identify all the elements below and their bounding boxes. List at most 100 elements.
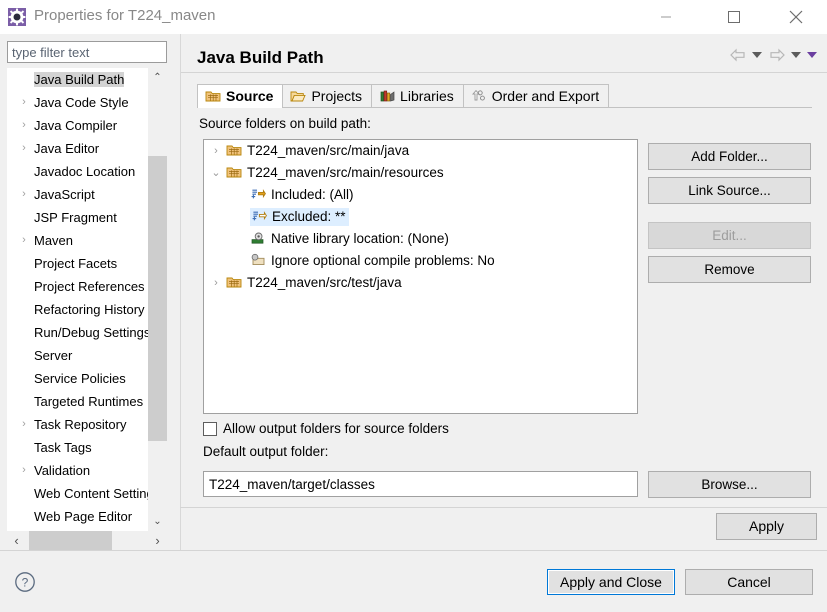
sidebar-item-label: Task Repository <box>34 417 127 432</box>
settings-tree[interactable]: Java Build Path › Java Code Style › Java Com… <box>7 68 167 531</box>
chevron-right-icon[interactable]: › <box>19 459 29 482</box>
source-folder-row[interactable]: › T224_maven/src/main/java <box>204 140 637 162</box>
scroll-left-icon[interactable]: ‹ <box>7 531 26 550</box>
title-divider <box>181 72 827 73</box>
view-menu-chevron-down-icon[interactable] <box>807 51 817 58</box>
close-button[interactable] <box>773 0 819 34</box>
tab-bar: Source Projects Libraries Order and Export <box>197 84 610 111</box>
dialog-footer: ? Apply and Close Cancel https://blog.cs… <box>0 550 827 612</box>
apply-divider <box>180 507 827 508</box>
forward-arrow-icon[interactable] <box>768 48 786 62</box>
scroll-down-icon[interactable]: ⌄ <box>148 512 167 531</box>
source-folder-row[interactable]: ⌄ T224_maven/src/main/resources <box>204 162 637 184</box>
source-folder-entry: Included: (All) <box>250 187 354 202</box>
source-folder-label: Included: (All) <box>271 187 354 202</box>
source-folder-label: Excluded: ** <box>272 209 346 224</box>
back-history-chevron-down-icon[interactable] <box>752 51 763 58</box>
sidebar-item-task-repository[interactable]: › Task Repository <box>7 413 167 436</box>
chevron-right-icon[interactable]: › <box>19 114 29 137</box>
sidebar-item-java-build-path[interactable]: Java Build Path <box>7 68 167 91</box>
source-folders-list[interactable]: › T224_maven/src/main/java ⌄ T224_maven/src… <box>203 139 638 414</box>
sidebar-item-service-policies[interactable]: Service Policies <box>7 367 167 390</box>
scroll-up-icon[interactable]: ⌃ <box>148 68 167 87</box>
page-title: Java Build Path <box>197 48 324 67</box>
add-folder-button[interactable]: Add Folder... <box>648 143 811 170</box>
chevron-right-icon[interactable]: › <box>19 91 29 114</box>
sidebar-item-refactoring-history[interactable]: Refactoring History <box>7 298 167 321</box>
source-folder-row[interactable]: › T224_maven/src/test/java <box>204 272 637 294</box>
forward-history-chevron-down-icon[interactable] <box>791 51 802 58</box>
sidebar-item-validation[interactable]: › Validation <box>7 459 167 482</box>
source-folder-row[interactable]: Ignore optional compile problems: No <box>204 250 637 272</box>
cancel-button[interactable]: Cancel <box>685 569 813 595</box>
sidebar-item-task-tags[interactable]: Task Tags <box>7 436 167 459</box>
sidebar-item-label: JSP Fragment <box>34 210 117 225</box>
chevron-right-icon[interactable]: › <box>210 140 222 162</box>
source-folder-label: T224_maven/src/main/resources <box>247 165 444 180</box>
chevron-right-icon[interactable]: › <box>19 413 29 436</box>
sidebar-item-maven[interactable]: › Maven <box>7 229 167 252</box>
default-output-folder-input[interactable] <box>203 471 638 497</box>
tab-label: Order and Export <box>491 88 600 104</box>
sidebar-item-project-references[interactable]: Project References <box>7 275 167 298</box>
sidebar-item-javascript[interactable]: › JavaScript <box>7 183 167 206</box>
help-question-icon[interactable]: ? <box>14 571 36 596</box>
svg-text:?: ? <box>22 576 29 590</box>
sidebar-scrollbar-thumb[interactable] <box>148 156 167 441</box>
sidebar-item-label: Project Facets <box>34 256 118 271</box>
tab-order-and-export[interactable]: Order and Export <box>462 84 610 108</box>
source-folder-icon <box>205 88 221 111</box>
maximize-button[interactable] <box>711 0 757 34</box>
sidebar-item-javadoc-location[interactable]: Javadoc Location <box>7 160 167 183</box>
page-nav-toolbar <box>727 46 817 66</box>
source-folder-entry: Ignore optional compile problems: No <box>250 253 495 268</box>
sidebar-item-project-facets[interactable]: Project Facets <box>7 252 167 275</box>
sidebar-item-java-editor[interactable]: › Java Editor <box>7 137 167 160</box>
source-folder-row[interactable]: Native library location: (None) <box>204 228 637 250</box>
sidebar-item-run-debug-settings[interactable]: Run/Debug Settings <box>7 321 167 344</box>
apply-button[interactable]: Apply <box>716 513 817 540</box>
sidebar-vertical-scrollbar[interactable]: ⌃ ⌄ <box>148 68 167 531</box>
sidebar-item-web-page-editor[interactable]: Web Page Editor <box>7 505 167 528</box>
source-folder-row[interactable]: Excluded: ** <box>204 206 637 228</box>
scroll-right-icon[interactable]: › <box>148 531 167 550</box>
sidebar-item-java-code-style[interactable]: › Java Code Style <box>7 91 167 114</box>
minimize-button[interactable] <box>643 0 689 34</box>
source-folder-entry: T224_maven/src/main/resources <box>226 165 444 180</box>
tab-source[interactable]: Source <box>197 84 284 111</box>
sidebar-item-jsp-fragment[interactable]: JSP Fragment <box>7 206 167 229</box>
tab-libraries[interactable]: Libraries <box>371 84 464 108</box>
allow-output-folders-checkbox[interactable] <box>203 422 217 436</box>
tab-underline <box>197 107 812 108</box>
sidebar-hscrollbar-thumb[interactable] <box>29 531 112 550</box>
remove-button[interactable]: Remove <box>648 256 811 283</box>
sidebar-item-web-content-settings[interactable]: Web Content Settings <box>7 482 167 505</box>
sidebar-item-label: Web Page Editor <box>34 509 133 524</box>
chevron-right-icon[interactable]: › <box>19 137 29 160</box>
tab-projects[interactable]: Projects <box>282 84 373 108</box>
tab-label: Libraries <box>400 88 454 104</box>
sidebar-item-targeted-runtimes[interactable]: Targeted Runtimes <box>7 390 167 413</box>
allow-output-folders-label: Allow output folders for source folders <box>223 421 449 436</box>
source-folder-row[interactable]: Included: (All) <box>204 184 637 206</box>
sidebar-horizontal-scrollbar[interactable]: ‹ › <box>7 531 167 550</box>
browse-button[interactable]: Browse... <box>648 471 811 498</box>
chevron-right-icon[interactable]: › <box>210 272 222 294</box>
filter-input[interactable] <box>7 41 167 63</box>
sidebar-item-java-compiler[interactable]: › Java Compiler <box>7 114 167 137</box>
properties-dialog: Properties for T224_maven Java Build Pat… <box>0 0 827 612</box>
source-folder-label: Ignore optional compile problems: No <box>271 253 495 268</box>
chevron-down-icon[interactable]: ⌄ <box>210 162 222 184</box>
source-folder-entry: T224_maven/src/test/java <box>226 275 402 290</box>
chevron-right-icon[interactable]: › <box>19 183 29 206</box>
chevron-right-icon[interactable]: › <box>19 229 29 252</box>
default-output-folder-label: Default output folder: <box>203 444 329 459</box>
sidebar-item-label: Java Code Style <box>34 95 129 110</box>
source-folder-entry: Native library location: (None) <box>250 231 449 246</box>
link-source-button[interactable]: Link Source... <box>648 177 811 204</box>
properties-gear-icon <box>8 8 26 26</box>
sidebar-item-server[interactable]: Server <box>7 344 167 367</box>
back-arrow-icon[interactable] <box>729 48 747 62</box>
sidebar-item-label: Task Tags <box>34 440 92 455</box>
apply-and-close-button[interactable]: Apply and Close <box>547 569 675 595</box>
